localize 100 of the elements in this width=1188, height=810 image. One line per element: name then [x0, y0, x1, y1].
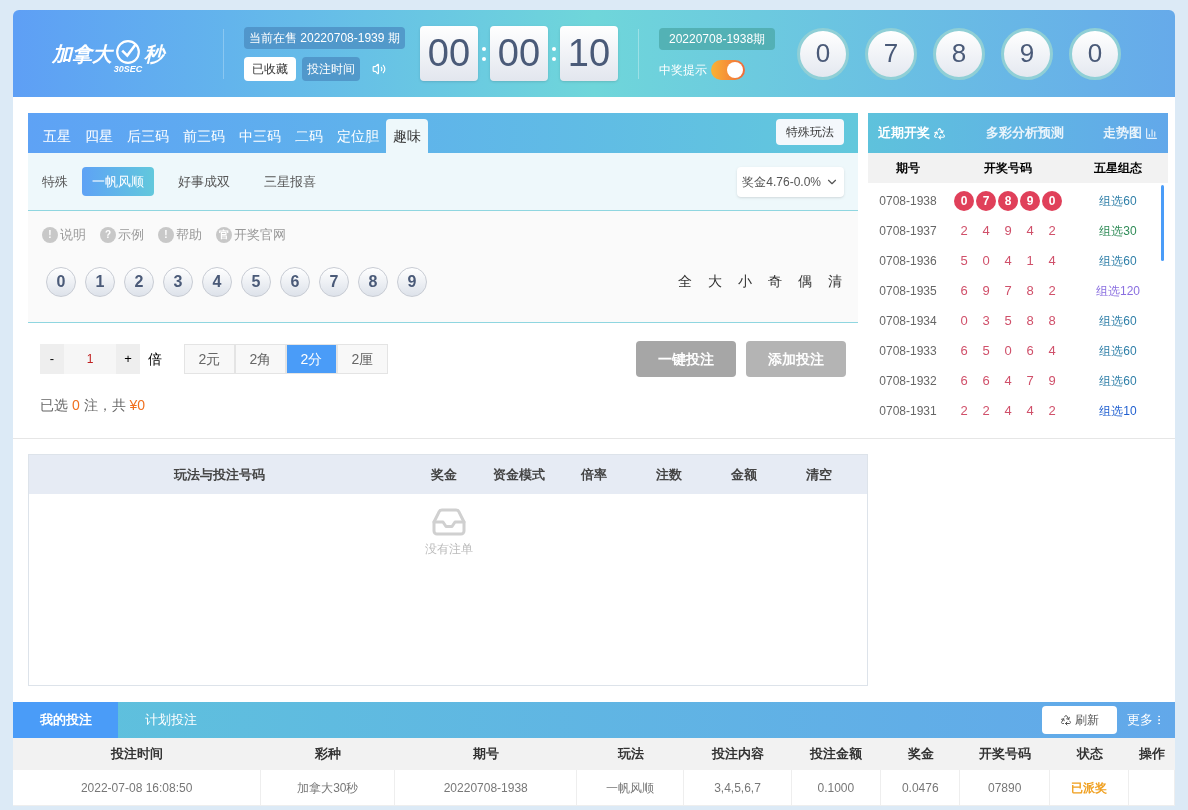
logo-subtitle: 30SEC [113, 65, 143, 74]
quick-pick-button[interactable]: 大 [706, 271, 724, 292]
recycle-icon [1060, 714, 1072, 726]
special-play-button[interactable]: 特殊玩法 [776, 119, 844, 145]
unit-tab[interactable]: 2角 [235, 344, 286, 374]
draw-number: 1 [1025, 252, 1035, 271]
recycle-icon [933, 126, 946, 140]
countdown-digit: 10 [560, 26, 618, 81]
pattern-cell-text: 组选60 [1098, 313, 1138, 330]
header-button[interactable]: 已收藏 [244, 56, 296, 81]
draw-number: 5 [1003, 312, 1013, 331]
last-issue-label: 20220708-1938期 [659, 27, 776, 50]
sub-tab[interactable]: 三星报喜 [254, 166, 326, 197]
draw-number: 4 [1025, 222, 1035, 241]
pattern-cell-text: 组选10 [1098, 403, 1138, 420]
prize-dropdown[interactable]: 奖金4.76-0.0% [737, 166, 844, 197]
column-header: 奖金 [430, 465, 458, 484]
draw-number: 5 [959, 252, 969, 271]
table-cell: 一帆风顺 [577, 769, 685, 806]
draw-number: 0 [981, 252, 991, 271]
draw-number: 6 [981, 372, 991, 391]
column-header: 操作 [1138, 745, 1167, 764]
plus-button[interactable]: + [116, 344, 140, 374]
draw-number: 8 [1047, 312, 1057, 331]
multiplier-input[interactable]: 1 [64, 344, 116, 374]
column-header: 投注金额 [808, 745, 864, 764]
table-cell: 加拿大30秒 [261, 769, 396, 806]
play-tab[interactable]: 趣味 [386, 119, 428, 153]
multiplier-unit: 倍 [148, 349, 162, 369]
issue-cell-text: 0708-1932 [878, 373, 938, 390]
column-header: 投注时间 [109, 745, 165, 764]
header-button[interactable]: 投注时间 [302, 56, 360, 81]
draw-number: 7 [1025, 372, 1035, 391]
bar-chart-icon [1145, 126, 1158, 140]
column-header: 奖金 [906, 745, 935, 764]
table-cell: 0.1000 [791, 769, 882, 806]
draw-number: 4 [1047, 252, 1057, 271]
draw-number: 0 [1042, 191, 1062, 211]
column-header: 彩种 [314, 745, 343, 764]
draw-number: 9 [981, 282, 991, 301]
column-header: 资金模式 [492, 465, 546, 484]
column-header: 玩法 [616, 745, 645, 764]
unit-tab[interactable]: 2元 [184, 344, 235, 374]
countdown-digit: 00 [420, 26, 478, 81]
draw-number: 4 [981, 222, 991, 241]
draw-number: 8 [998, 191, 1018, 211]
draw-number: 7 [976, 191, 996, 211]
refresh-button[interactable]: 刷新 [1042, 706, 1117, 734]
sub-tab[interactable]: 好事成双 [168, 166, 240, 197]
draw-number: 6 [959, 342, 969, 361]
draw-number: 3 [981, 312, 991, 331]
column-header: 玩法与投注号码 [172, 465, 266, 484]
draw-number: 2 [1047, 282, 1057, 301]
draw-number: 2 [981, 402, 991, 421]
draw-number: 5 [981, 342, 991, 361]
table-cell: 2022-07-08 16:08:50 [13, 769, 262, 806]
logo-text: 加拿大 [51, 41, 112, 67]
colon-icon [482, 46, 486, 61]
draw-number: 0 [954, 191, 974, 211]
draw-number: 4 [1025, 402, 1035, 421]
draw-number: 4 [1003, 372, 1013, 391]
issue-cell-text: 0708-1935 [878, 283, 938, 300]
speaker-icon[interactable] [372, 61, 386, 76]
issue-cell-text: 0708-1933 [878, 343, 938, 360]
colon-icon [552, 46, 556, 61]
draw-number: 9 [1020, 191, 1040, 211]
unit-tab[interactable]: 2厘 [337, 344, 388, 374]
quick-pick-button[interactable]: 偶 [796, 271, 814, 292]
prize-alert-toggle[interactable] [711, 59, 745, 80]
column-header: 金额 [730, 465, 758, 484]
column-header: 期号 [895, 160, 921, 177]
draw-number: 2 [1047, 402, 1057, 421]
pattern-cell-text: 组选60 [1098, 193, 1138, 210]
pattern-cell-text: 组选60 [1098, 373, 1138, 390]
draw-number: 9 [1047, 372, 1057, 391]
issue-cell-text: 0708-1938 [878, 193, 938, 210]
draw-number: 2 [959, 402, 969, 421]
quick-pick-button[interactable]: 清 [826, 271, 844, 292]
column-header: 开奖号码 [978, 745, 1033, 764]
column-header: 开奖号码 [983, 160, 1033, 177]
quick-pick-button[interactable]: 小 [736, 271, 754, 292]
logo-text: 秒 [144, 41, 165, 67]
quick-pick-button[interactable]: 全 [676, 271, 694, 292]
draw-number: 0 [1003, 342, 1013, 361]
issue-cell-text: 0708-1931 [878, 403, 938, 420]
draw-number: 4 [1047, 342, 1057, 361]
scrollbar-icon [1161, 185, 1164, 261]
pattern-cell-text: 组选30 [1098, 223, 1138, 240]
draw-number: 9 [1003, 222, 1013, 241]
minus-button[interactable]: - [40, 344, 64, 374]
draw-number: 4 [1003, 402, 1013, 421]
summary-text: 已选 0 注，共 ¥0 [40, 396, 146, 415]
table-cell: 3,4,5,6,7 [684, 769, 792, 806]
draw-number: 7 [1003, 282, 1013, 301]
issue-cell-text: 0708-1937 [878, 223, 938, 240]
issue-cell-text: 0708-1934 [878, 313, 938, 330]
column-header: 注数 [655, 465, 683, 484]
draw-number: 6 [959, 372, 969, 391]
table-cell: 0.0476 [881, 769, 961, 806]
quick-pick-button[interactable]: 奇 [766, 271, 784, 292]
